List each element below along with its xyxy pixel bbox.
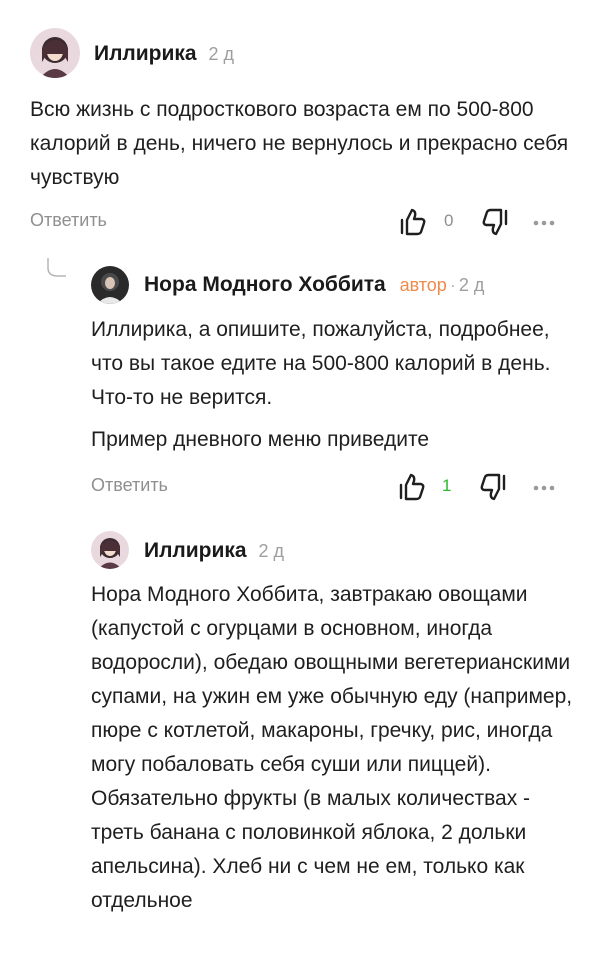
author-badge: автор [399,275,447,295]
comment-actions: Ответить 0 [30,207,570,237]
comment-text: Всю жизнь с подросткового возраста ем по… [30,93,570,195]
comment-paragraph: Пример дневного меню приведите [91,428,430,451]
author-name[interactable]: Иллирика [144,539,247,562]
reply-button[interactable]: Ответить [91,475,168,496]
like-count: 0 [444,211,454,230]
reply-button[interactable]: Ответить [30,210,107,231]
comment-time: 2 д [458,275,485,295]
comment-author: Иллирика 2 д [144,539,284,563]
comment-time: 2 д [258,541,284,561]
dislike-icon[interactable] [480,207,510,237]
author-name[interactable]: Иллирика [94,42,197,65]
dislike-icon[interactable] [478,472,508,502]
comment-author: Нора Модного Хоббита автор · 2 д [144,273,484,297]
like-count: 1 [442,476,452,495]
more-options-icon[interactable] [530,472,560,502]
comment-paragraph: Нора Модного Хоббита, завтракаю овощами … [91,583,573,912]
comment-text: Нора Модного Хоббита, завтракаю овощами … [91,578,577,918]
author-name[interactable]: Нора Модного Хоббита [144,273,386,296]
thread-connector-icon [47,258,66,277]
comment-paragraph: Иллирика, а опишите, пожалуйста, подробн… [91,318,551,409]
comment-author: Иллирика 2 д [94,42,234,66]
comment-paragraph: Всю жизнь с подросткового возраста ем по… [30,98,569,189]
comment-text: Иллирика, а опишите, пожалуйста, подробн… [91,313,581,457]
user-avatar[interactable] [30,28,80,78]
like-icon[interactable] [397,472,427,502]
comment-time: 2 д [208,44,234,64]
comment-actions: Ответить 1 [91,472,570,502]
like-icon[interactable] [398,207,428,237]
user-avatar[interactable] [91,531,129,569]
more-options-icon[interactable] [530,207,560,237]
user-avatar[interactable] [91,266,129,304]
separator-dot: · [449,275,456,295]
